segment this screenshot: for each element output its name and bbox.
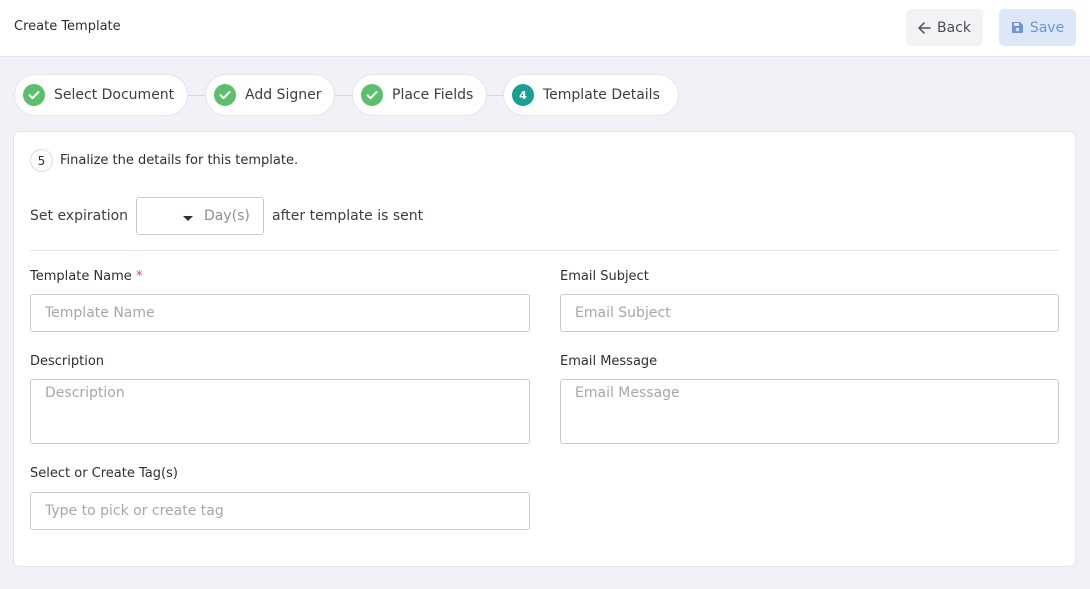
- caret-down-icon: [183, 216, 194, 221]
- divider: [30, 250, 1059, 251]
- check-circle-icon: [214, 84, 236, 106]
- step-label: Template Details: [543, 87, 660, 103]
- back-button-label: Back: [937, 19, 971, 36]
- section-number: 5: [30, 149, 53, 172]
- expiration-unit: Day(s): [204, 208, 250, 224]
- step-label: Add Signer: [245, 87, 322, 103]
- step-label: Select Document: [54, 87, 175, 103]
- step-label: Place Fields: [392, 87, 474, 103]
- required-mark: *: [135, 269, 143, 284]
- top-bar: Create Template Back Save: [0, 0, 1090, 57]
- progress-stepper: Select Document Add Signer Place Fields …: [14, 74, 714, 116]
- expiration-prefix: Set expiration: [30, 208, 129, 224]
- back-button[interactable]: Back: [906, 9, 983, 46]
- step-add-signer[interactable]: Add Signer: [205, 74, 335, 116]
- step-template-details[interactable]: 4 Template Details: [503, 74, 679, 116]
- email-subject-label: Email Subject: [560, 269, 649, 284]
- check-circle-icon: [23, 84, 45, 106]
- check-circle-icon: [361, 84, 383, 106]
- save-button[interactable]: Save: [999, 9, 1076, 46]
- expiration-days-select[interactable]: Day(s): [136, 197, 265, 235]
- section-header: 5 Finalize the details for this template…: [30, 149, 298, 172]
- email-message-label: Email Message: [560, 354, 658, 369]
- template-name-label: Template Name *: [30, 269, 142, 284]
- arrow-left-icon: [918, 21, 931, 34]
- tags-input[interactable]: [30, 492, 530, 530]
- step-number-badge: 4: [512, 84, 534, 106]
- expiration-row: Set expiration Day(s) after template is …: [30, 197, 423, 235]
- save-button-label: Save: [1029, 19, 1065, 36]
- floppy-disk-icon: [1011, 22, 1023, 33]
- page-title: Create Template: [14, 19, 121, 34]
- template-name-label-text: Template Name: [30, 269, 132, 284]
- template-details-card: 5 Finalize the details for this template…: [13, 131, 1076, 567]
- description-label: Description: [30, 354, 105, 369]
- description-textarea[interactable]: [30, 379, 530, 444]
- section-title: Finalize the details for this template.: [60, 153, 299, 168]
- email-message-textarea[interactable]: [560, 379, 1059, 444]
- expiration-suffix: after template is sent: [272, 208, 424, 224]
- tags-label: Select or Create Tag(s): [30, 466, 178, 481]
- email-subject-input[interactable]: [560, 294, 1059, 332]
- step-select-document[interactable]: Select Document: [14, 74, 188, 116]
- template-name-input[interactable]: [30, 294, 530, 332]
- step-place-fields[interactable]: Place Fields: [352, 74, 487, 116]
